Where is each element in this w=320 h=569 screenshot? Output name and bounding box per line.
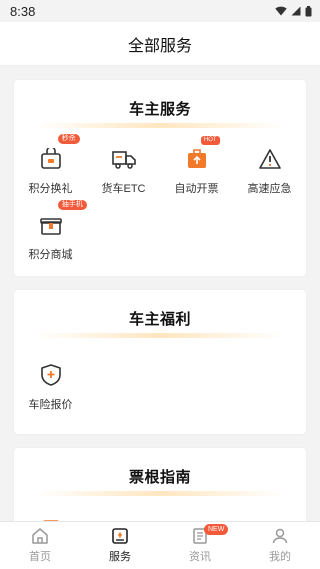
section-title: 车主服务 [128,101,191,118]
home-icon [32,528,48,544]
truck-icon [111,146,137,172]
signal-icon [291,6,301,16]
battery-icon [305,5,312,16]
gift-box-icon [38,212,64,238]
status-icons [275,5,312,17]
hot-badge: HOT [200,136,220,145]
service-label: 自动开票 [174,183,219,195]
tab-profile[interactable]: 我的 [240,522,320,569]
tab-label: 资讯 [189,551,211,563]
invoice-icon [184,146,210,172]
status-bar: 8:38 [0,0,320,22]
wifi-icon [275,6,287,16]
service-points-gift[interactable]: 秒杀 积分换礼 [14,134,87,198]
service-label: 货车ETC [101,183,146,195]
tab-services[interactable]: 服务 [80,522,160,569]
service-label: 高速应急 [247,183,292,195]
service-auto-invoice[interactable]: HOT 自动开票 [160,136,233,198]
profile-icon [272,528,288,544]
tab-news[interactable]: NEW 资讯 [160,522,240,569]
service-points-mall[interactable]: 抽手机 积分商城 [14,200,87,264]
guide-item-route[interactable] [87,512,160,521]
service-truck-etc[interactable]: 货车ETC [87,140,160,198]
tab-label: 首页 [29,551,51,563]
tab-label: 我的 [269,551,291,563]
guide-item-ticket[interactable] [14,512,87,521]
gift-basket-icon [38,146,64,172]
tab-home[interactable]: 首页 [0,522,80,569]
flash-sale-badge: 秒杀 [57,134,80,144]
section-title: 车主福利 [128,311,191,328]
win-phone-badge: 抽手机 [57,200,87,210]
status-time: 8:38 [10,3,36,19]
service-label: 积分商城 [28,249,73,261]
services-content[interactable]: 车主服务 秒杀 积分换礼 货车ETC HOT 自动开票 高速应急 抽手机 积分商… [0,66,320,521]
page-header: 全部服务 [0,22,320,66]
warning-triangle-icon [257,146,283,172]
page-title: 全部服务 [127,37,192,55]
section-title: 票根指南 [128,469,191,486]
service-label: 车险报价 [28,399,73,411]
service-label: 积分换礼 [28,183,73,195]
shield-plus-icon [38,362,64,388]
section-car-owner-services: 车主服务 秒杀 积分换礼 货车ETC HOT 自动开票 高速应急 抽手机 积分商… [14,80,306,276]
tab-label: 服务 [109,551,131,563]
section-divider [35,123,285,128]
service-icon [112,528,128,544]
section-car-owner-benefits: 车主福利 车险报价 [14,290,306,434]
section-divider [35,491,285,496]
bottom-tab-bar: 首页 服务 NEW 资讯 我的 [0,521,320,569]
guide-item-bell[interactable] [233,512,306,521]
service-insurance-quote[interactable]: 车险报价 [14,356,87,414]
section-ticket-guide: 票根指南 [14,448,306,521]
section-divider [35,333,285,338]
service-highway-emergency[interactable]: 高速应急 [233,140,306,198]
guide-item-book[interactable] [160,512,233,521]
new-badge: NEW [204,524,229,535]
